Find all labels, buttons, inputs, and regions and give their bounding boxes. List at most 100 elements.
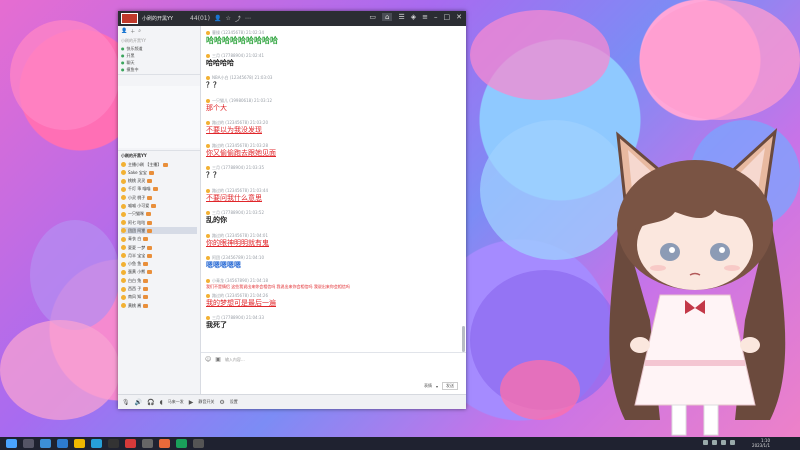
tray-icon[interactable]	[721, 440, 726, 445]
app-icon[interactable]	[176, 439, 187, 448]
more-icon[interactable]: ⋯	[245, 15, 251, 22]
member-badge-icon	[148, 170, 154, 175]
home-icon[interactable]: ⌂	[382, 13, 393, 21]
user-icon[interactable]: 👤	[121, 28, 127, 35]
member-name: 桃桃 灵灵	[128, 178, 146, 184]
user-badge-icon	[206, 211, 210, 215]
edge-icon[interactable]	[57, 439, 68, 448]
member-name: 蛋黄 小熊	[128, 269, 146, 275]
video-icon[interactable]: ▶	[189, 399, 194, 406]
bottom-item-0[interactable]: 马来一发	[168, 399, 184, 405]
clock[interactable]: 1:10 2023/1/1	[752, 438, 770, 448]
member-avatar	[121, 245, 126, 250]
speaker-icon[interactable]: 🔊	[135, 399, 142, 406]
emoji-icon[interactable]: ☺	[205, 356, 211, 363]
member-list-item[interactable]: 月半 宝宝	[121, 252, 153, 259]
member-list-item[interactable]: 桃桃 灵灵	[121, 178, 153, 185]
message-sender[interactable]: NBA小白 (12345678) 21:03:03	[212, 75, 272, 81]
member-name: Sake 宝宝	[128, 169, 147, 175]
bottom-item-2[interactable]: 设置	[230, 399, 238, 405]
channel-item[interactable]: ● 快乐频道	[121, 46, 143, 52]
screen-icon[interactable]: ▭	[369, 13, 376, 21]
member-list-item[interactable]: 蛋黄 小熊	[121, 269, 153, 276]
yy-icon[interactable]	[125, 439, 136, 448]
message-sender[interactable]: 一只猫儿 (19980618) 21:03:12	[212, 98, 272, 104]
settings-icon[interactable]: ⚙	[219, 399, 224, 406]
chat-message: 三月 (17788904) 21:03:35？？	[206, 165, 458, 180]
chat-scrollbar[interactable]	[462, 326, 465, 352]
close-icon[interactable]: ✕	[456, 13, 462, 21]
member-list-item[interactable]: 团团 阿狸	[121, 227, 197, 235]
app-icon[interactable]	[193, 439, 204, 448]
left-leg	[671, 404, 687, 436]
app-icon[interactable]	[142, 439, 153, 448]
search-icon[interactable]: ⌕	[138, 28, 141, 35]
image-icon[interactable]: ▣	[215, 356, 221, 363]
member-name: 团团 阿狸	[128, 227, 146, 233]
user-icon: 👤	[213, 15, 222, 22]
start-icon[interactable]	[6, 439, 17, 448]
folder-icon[interactable]	[74, 439, 85, 448]
channel-label: 摸鱼中	[126, 67, 139, 72]
member-list-item[interactable]: 主播小刷 【主播】	[121, 161, 169, 168]
member-avatar	[121, 195, 126, 201]
minimize-icon[interactable]: –	[434, 13, 438, 21]
member-avatar	[121, 294, 126, 300]
skin-icon[interactable]: ◈	[411, 13, 416, 21]
member-badge-icon	[147, 270, 153, 275]
divider	[118, 74, 200, 75]
member-list-item[interactable]: Sake 宝宝	[121, 169, 154, 176]
member-badge-icon	[143, 295, 149, 300]
star-icon[interactable]: ☆	[225, 15, 230, 22]
search-icon[interactable]	[23, 439, 34, 448]
message-input[interactable]: 表情 ▾ 发送	[201, 366, 466, 394]
member-list-item[interactable]: 南风 知	[121, 294, 149, 301]
message-sender[interactable]: 小青龙 (34567890) 21:04:18	[212, 278, 268, 284]
member-list-item[interactable]: 喵喵 小可爱	[121, 203, 157, 210]
member-badge-icon	[147, 195, 153, 200]
message-sender[interactable]: 路过的 (12345678) 21:03:28	[212, 143, 268, 149]
input-placeholder[interactable]: 输入内容...	[225, 357, 245, 363]
channel-avatar[interactable]	[121, 13, 138, 24]
mic-icon[interactable]: 🎙	[122, 399, 130, 406]
member-list-item[interactable]: 小灵 桃子	[121, 194, 153, 201]
add-icon[interactable]: ＋	[130, 28, 135, 35]
member-list-item[interactable]: 夏夏 一梦	[121, 244, 153, 251]
app-icon[interactable]	[108, 439, 119, 448]
members-header[interactable]: 小刷的开黑YY	[121, 153, 147, 159]
member-list-item[interactable]: 千灯 乖 喵喵	[121, 186, 158, 193]
chat-tab-icon[interactable]: ☰	[398, 13, 404, 21]
member-list-item[interactable]: 黄桃 酱	[121, 302, 149, 309]
menu-icon[interactable]: ≡	[422, 13, 428, 21]
message-sender[interactable]: 三月 (17788904) 21:02:41	[212, 53, 264, 59]
member-avatar	[121, 220, 126, 226]
volume-icon[interactable]: ◖	[160, 399, 163, 406]
member-list-item[interactable]: 小鱼 鱼	[121, 261, 149, 268]
member-list-item[interactable]: 一只猫咪	[121, 211, 151, 218]
channel-dot-icon: ●	[121, 60, 125, 65]
channel-item[interactable]: ● 开黑	[121, 53, 135, 59]
member-list-item[interactable]: 西西 子	[121, 286, 149, 293]
message-sender[interactable]: 路过的 (12345678) 21:04:26	[212, 293, 268, 299]
tray-icon[interactable]	[730, 440, 735, 445]
tray-icon[interactable]	[703, 440, 708, 445]
channel-item[interactable]: ● 聊天	[121, 60, 135, 66]
taskview-icon[interactable]	[40, 439, 51, 448]
member-list-item[interactable]: 青衣 白	[121, 236, 149, 243]
dropdown-icon[interactable]: ▾	[436, 384, 438, 389]
member-list-item[interactable]: 白白 兔	[121, 277, 149, 284]
message-sender[interactable]: 路过的 (12345678) 21:04:01	[212, 233, 268, 239]
emoji-label[interactable]: 表情	[424, 383, 432, 389]
share-icon[interactable]: ⤴	[235, 14, 241, 23]
bottom-item-1[interactable]: 静音开关	[198, 399, 214, 405]
channel-item[interactable]: ● 摸鱼中	[121, 67, 139, 73]
send-button[interactable]: 发送	[442, 382, 458, 390]
app-icon[interactable]	[159, 439, 170, 448]
tray-icon[interactable]	[712, 440, 717, 445]
mail-icon[interactable]	[91, 439, 102, 448]
message-sender[interactable]: 路过的 (12345678) 21:03:44	[212, 188, 268, 194]
member-list-item[interactable]: 阿七 咕咕	[121, 219, 153, 226]
message-text: ？？	[206, 81, 220, 89]
headset-icon[interactable]: 🎧	[147, 399, 154, 406]
maximize-icon[interactable]: □	[444, 13, 451, 21]
